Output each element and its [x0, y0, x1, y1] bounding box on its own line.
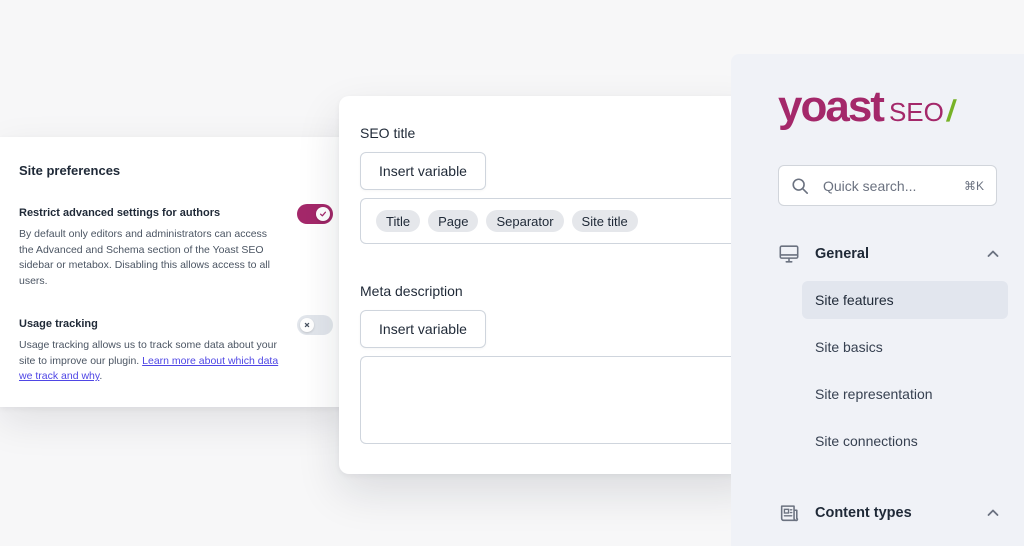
restrict-settings-description: By default only editors and administrato… [19, 228, 270, 287]
meta-description-insert-variable-button[interactable]: Insert variable [360, 310, 486, 348]
seo-title-label: SEO title [360, 125, 416, 141]
usage-tracking-suffix: . [99, 370, 103, 382]
toggle-knob [300, 318, 314, 332]
seo-title-input[interactable]: Title Page Separator Site title [360, 198, 780, 244]
logo-slash: / [944, 95, 958, 128]
logo-suffix: SEO [888, 97, 944, 127]
nav-section-general[interactable]: General [778, 241, 1000, 267]
restrict-settings-heading: Restrict advanced settings for authors [19, 207, 221, 219]
site-preferences-card: Site preferences Restrict advanced setti… [0, 137, 352, 407]
usage-tracking-toggle[interactable] [297, 315, 333, 335]
check-icon [319, 211, 327, 217]
usage-tracking-heading: Usage tracking [19, 318, 98, 330]
seo-title-insert-variable-button[interactable]: Insert variable [360, 152, 486, 190]
seo-fields-card: SEO title Insert variable Title Page Sep… [339, 96, 780, 474]
x-icon [304, 322, 310, 328]
toggle-knob [316, 207, 330, 221]
nav-section-label: Content types [815, 505, 912, 521]
meta-description-input[interactable] [360, 356, 780, 444]
search-placeholder: Quick search... [823, 177, 917, 194]
nav-item-site-representation[interactable]: Site representation [802, 375, 1008, 413]
desktop-icon [779, 245, 799, 263]
restrict-settings-block: Restrict advanced settings for authors B… [19, 207, 281, 289]
nav-item-site-connections[interactable]: Site connections [802, 422, 1008, 460]
newspaper-icon [780, 505, 799, 522]
logo-word: yoast [778, 82, 885, 131]
site-preferences-title: Site preferences [19, 163, 121, 178]
variable-chip[interactable]: Separator [486, 210, 564, 232]
variable-chip[interactable]: Page [428, 210, 479, 232]
nav-section-content-types[interactable]: Content types [778, 500, 1000, 526]
nav-item-site-basics[interactable]: Site basics [802, 328, 1008, 366]
usage-tracking-block: Usage tracking Usage tracking allows us … [19, 318, 281, 385]
sidebar: yoast SEO / Quick search... ⌘K General S… [731, 54, 1024, 546]
variable-chip[interactable]: Site title [571, 210, 638, 232]
search-shortcut: ⌘K [963, 178, 984, 193]
usage-tracking-description: Usage tracking allows us to track some d… [19, 338, 281, 385]
restrict-settings-toggle[interactable] [297, 204, 333, 224]
variable-chip[interactable]: Title [376, 210, 421, 232]
quick-search-input[interactable]: Quick search... ⌘K [778, 165, 997, 206]
chevron-up-icon[interactable] [986, 247, 1000, 261]
nav-item-site-features[interactable]: Site features [802, 281, 1008, 319]
yoast-seo-logo: yoast SEO / [778, 82, 958, 135]
nav-section-label: General [815, 246, 869, 262]
search-icon [792, 177, 809, 194]
meta-description-label: Meta description [360, 283, 463, 299]
chevron-up-icon[interactable] [986, 506, 1000, 520]
